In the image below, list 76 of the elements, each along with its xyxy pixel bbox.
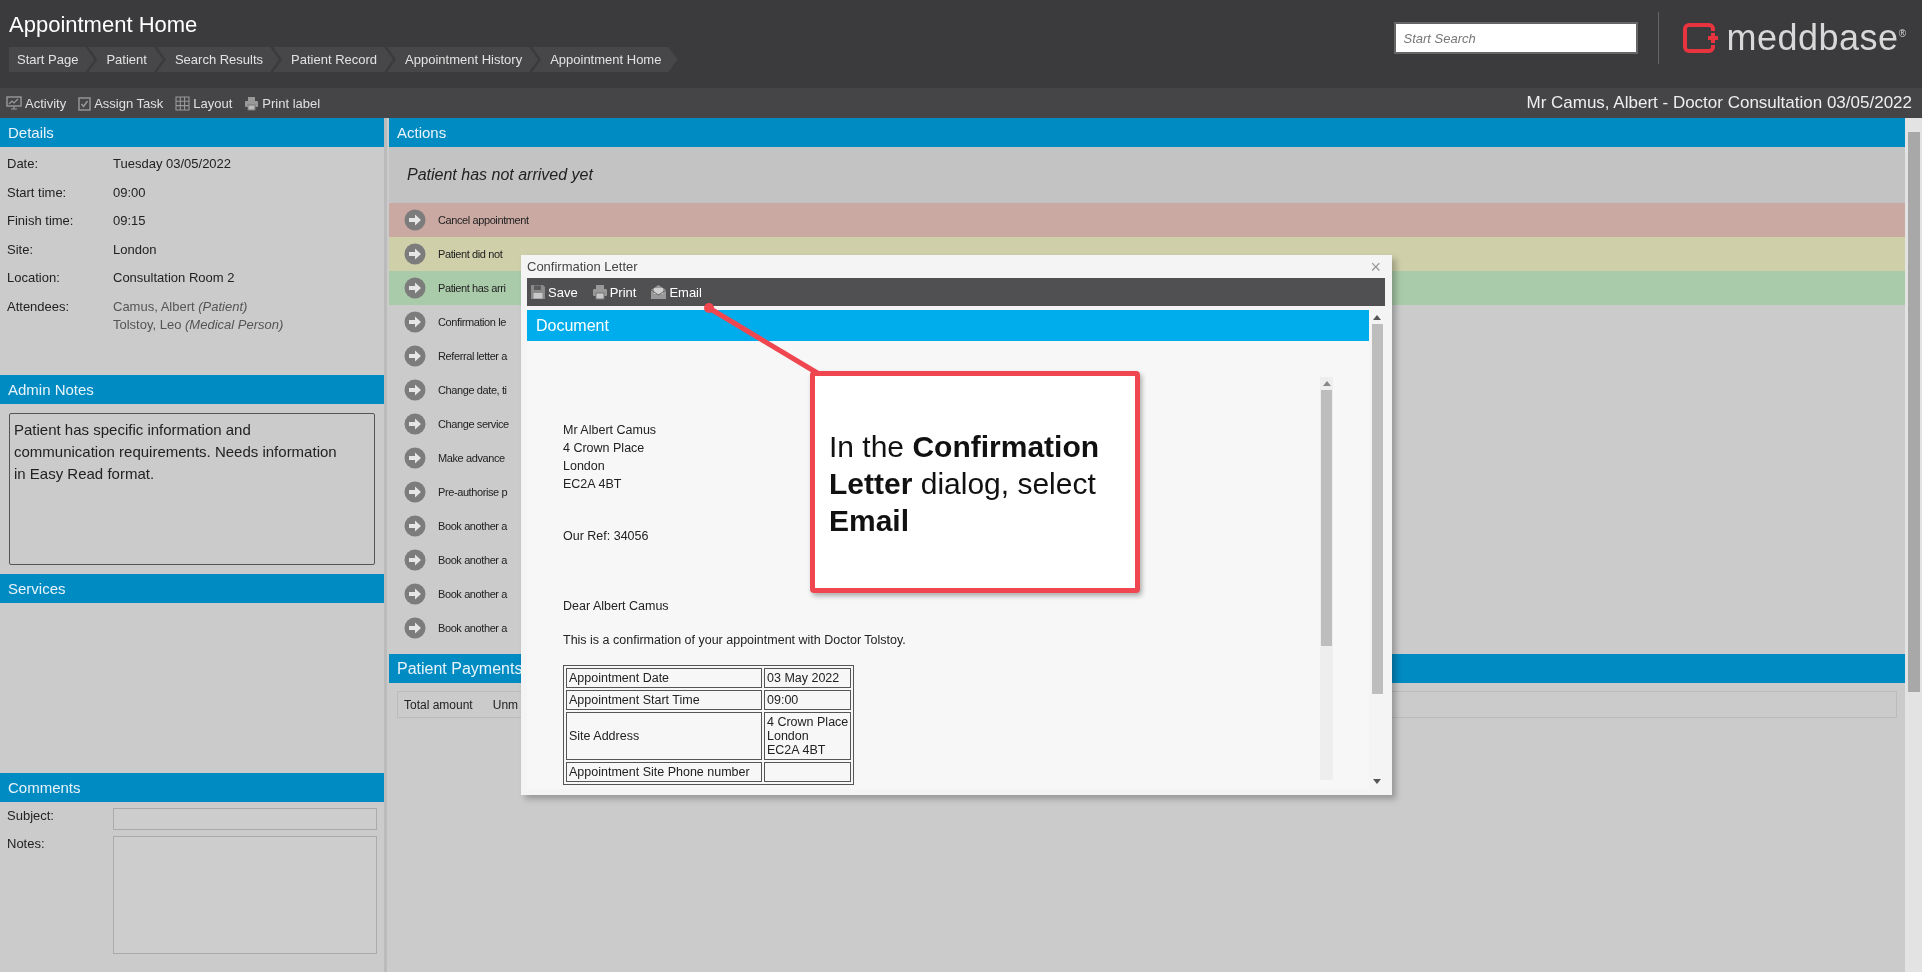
- breadcrumb[interactable]: Appointment Home: [532, 47, 678, 72]
- attendee: Camus, Albert (Patient): [113, 298, 249, 314]
- breadcrumb[interactable]: Search Results: [156, 47, 280, 72]
- table-cell: Appointment Start Time: [566, 690, 762, 710]
- callout-text: In the Confirmation Letter dialog, select Email: [829, 429, 1101, 539]
- field-label: Date:: [6, 156, 40, 171]
- letter-text: This is a confirmation of your appointment with Doctor Tolstoy.: [563, 633, 906, 647]
- address-line: 4 Crown Place: [563, 440, 646, 457]
- address-line: London: [563, 458, 606, 475]
- field-label: Start time:: [6, 184, 68, 200]
- breadcrumb[interactable]: Patient Record: [273, 47, 394, 72]
- table-cell: 09:00: [764, 690, 852, 710]
- scroll-up-icon[interactable]: [1322, 380, 1331, 386]
- panel-header: Admin Notes: [0, 375, 384, 404]
- attendee: Tolstoy, Leo (Medical Person): [113, 316, 284, 332]
- toolbar-button[interactable]: Activity: [4, 93, 69, 113]
- field-label: Attendees:: [6, 298, 71, 314]
- table-cell: 03 May 2022: [764, 668, 852, 688]
- grid-icon: [175, 95, 191, 111]
- panel-header: Services: [0, 574, 384, 603]
- dialog-title: Confirmation Letter: [527, 259, 638, 274]
- search-field[interactable]: Start Search: [1393, 22, 1638, 54]
- printer-icon: [591, 284, 608, 300]
- panel-header: Comments: [0, 773, 384, 802]
- toolbar-button[interactable]: Email: [650, 284, 702, 300]
- toolbar-button[interactable]: Print: [591, 284, 637, 300]
- envelope-icon: [650, 284, 668, 300]
- address-line: EC2A 4BT: [563, 476, 623, 493]
- registered-mark: ®: [1898, 28, 1906, 39]
- table-cell: Site Address: [566, 712, 762, 760]
- greeting-text: Dear Albert Camus: [563, 599, 669, 613]
- document-header: Document: [527, 310, 1369, 341]
- field-value: 09:15: [113, 213, 146, 228]
- page-title: Appointment Home: [9, 12, 199, 38]
- column-header: Unm: [492, 697, 519, 712]
- field-value: Consultation Room 2: [113, 270, 235, 285]
- clipboard-icon: [78, 95, 92, 111]
- scrollbar[interactable]: [1320, 377, 1333, 780]
- printer-icon: [244, 95, 260, 111]
- action-row[interactable]: Cancel appointment: [389, 203, 1905, 237]
- toolbar-button[interactable]: Print label: [242, 93, 323, 113]
- field-value: 09:00: [113, 184, 146, 200]
- appointment-title: Mr Camus, Albert - Doctor Consultation 03/05/2022: [1526, 93, 1913, 113]
- breadcrumb[interactable]: Start Page: [9, 47, 95, 72]
- logo-text: meddbase: [1726, 17, 1899, 59]
- field-value: Tuesday 03/05/2022: [113, 156, 232, 171]
- panel-header: Actions: [389, 118, 1905, 147]
- monitor-icon: [6, 96, 22, 110]
- field-label: Location:: [6, 270, 61, 285]
- field-label: Subject:: [6, 808, 55, 825]
- admin-notes-box[interactable]: Patient has specific information and communication requirements. Needs information in Easy Read format.: [9, 413, 375, 565]
- table-cell: Appointment Date: [566, 668, 762, 688]
- scroll-thumb[interactable]: [1907, 132, 1920, 692]
- scrollbar[interactable]: [1905, 118, 1922, 972]
- field-label: Notes:: [6, 836, 46, 853]
- notes-field[interactable]: [113, 836, 377, 954]
- breadcrumb[interactable]: Appointment History: [387, 47, 539, 72]
- scroll-down-icon[interactable]: [1373, 779, 1381, 785]
- panel-header: Details: [0, 118, 384, 147]
- scroll-up-icon[interactable]: [1373, 314, 1381, 320]
- field-label: Site:: [6, 241, 34, 257]
- subject-field[interactable]: [113, 808, 377, 830]
- status-text: Patient has not arrived yet: [407, 166, 593, 184]
- field-value: London: [113, 241, 157, 257]
- toolbar-button[interactable]: Assign Task: [76, 93, 166, 113]
- toolbar-button[interactable]: Layout: [173, 93, 235, 113]
- toolbar-button[interactable]: Save: [530, 284, 578, 300]
- field-label: Finish time:: [6, 213, 75, 228]
- table-cell: Appointment Site Phone number: [566, 762, 762, 782]
- column-header: Total amount: [404, 697, 473, 712]
- breadcrumb[interactable]: Patient: [88, 47, 163, 72]
- address-line: Mr Albert Camus: [563, 422, 657, 439]
- reference-text: Our Ref: 34056: [563, 529, 649, 543]
- scroll-thumb[interactable]: [1321, 390, 1332, 646]
- scroll-thumb[interactable]: [1371, 324, 1383, 694]
- table-cell: 4 Crown Place London EC2A 4BT: [764, 712, 852, 760]
